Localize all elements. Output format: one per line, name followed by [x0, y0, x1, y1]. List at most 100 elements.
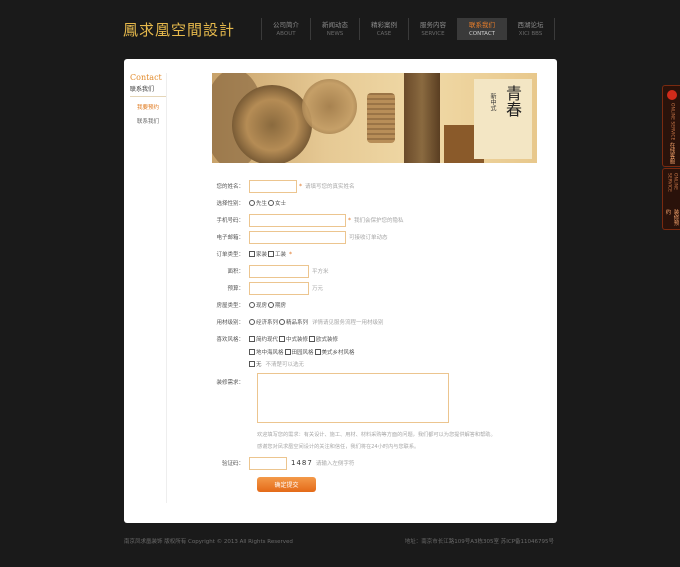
option-label: 精品系列 [286, 320, 309, 326]
banner-image: 青春 新中式 [212, 73, 537, 163]
nav-service[interactable]: 服务内容 SERVICE [408, 18, 457, 40]
needs-textarea[interactable] [257, 373, 449, 423]
checkbox-icon[interactable] [249, 251, 255, 257]
radio-icon[interactable] [279, 319, 286, 325]
name-label: 您的姓名： [216, 184, 244, 190]
nav-label: 西湖论坛 [517, 20, 544, 29]
sidebar-title: Contact [130, 73, 162, 82]
submit-button[interactable]: 确定提交 [257, 477, 316, 492]
nav-sublabel: SERVICE [421, 30, 445, 37]
checkbox-icon[interactable] [268, 251, 275, 257]
form-row-name: 您的姓名： * 请填写您的真实姓名 [124, 179, 355, 193]
option-label: 无 [256, 362, 262, 368]
captcha-label: 验证码： [221, 461, 244, 467]
form-note-1: 欢迎填写您的需求：有关设计、施工、用材、材料采购等方面的问题，我们都可以为您提供… [257, 432, 496, 438]
option-label: 经济系列 [256, 320, 279, 326]
form-row-order-type: 订单类型： 家装 工装 * [124, 247, 292, 261]
option-label: 欧式装修 [316, 337, 339, 343]
order-type-commercial[interactable]: 工装 [268, 250, 286, 258]
nav-sublabel: XICI BBS [518, 30, 543, 37]
style-option[interactable]: 地中海风格 [249, 348, 284, 356]
sidebar-item-contact[interactable]: 联系我们 [130, 117, 166, 125]
sidebar-item-booking[interactable]: 我要预约 [130, 103, 166, 111]
checkbox-icon[interactable] [249, 361, 255, 367]
house-type-label: 房屋类型： [216, 303, 244, 309]
form-row-phone: 手机号码： * 我们会保护您的隐私 [124, 213, 404, 227]
house-type-future[interactable]: 期房 [268, 301, 286, 309]
form-row-house-type: 房屋类型： 现房 期房 [124, 298, 287, 312]
footer-address: 地址：南京市长江路109号A3栋305室 苏ICP备11046795号 [404, 539, 554, 545]
gender-option-male[interactable]: 先生 [249, 199, 267, 207]
style-hint: 不清楚可以选无 [265, 362, 305, 368]
float-tab-zh: 在线客服 [668, 142, 675, 165]
house-type-ready[interactable]: 现房 [249, 301, 267, 309]
radio-icon[interactable] [249, 302, 255, 308]
radio-icon[interactable] [249, 200, 255, 206]
phone-input[interactable] [249, 213, 346, 227]
budget-input[interactable] [249, 281, 309, 295]
captcha-code[interactable]: 1487 [291, 459, 313, 467]
checkbox-icon[interactable] [249, 336, 255, 342]
radio-icon[interactable] [268, 302, 275, 308]
option-label: 先生 [256, 201, 268, 207]
straw-hat-shape [302, 79, 357, 134]
sidebar: Contact 联系我们 我要预约 联系我们 [130, 73, 166, 125]
calligraphy-text: 青春 [503, 85, 522, 117]
name-input[interactable] [249, 179, 297, 193]
email-input[interactable] [249, 230, 346, 244]
nav-label: 精彩案例 [371, 20, 397, 29]
material-economy[interactable]: 经济系列 [249, 318, 278, 326]
form-row-area: 面积： 平方米 [124, 264, 329, 278]
captcha-input[interactable] [249, 456, 287, 470]
radio-icon[interactable] [268, 200, 275, 206]
style-option[interactable]: 中式装修 [279, 335, 308, 343]
content-panel: Contact 联系我们 我要预约 联系我们 青春 新中式 您的姓名： * 请填… [124, 59, 557, 523]
form-row-style: 喜欢风格： 简约现代 中式装修 欧式装修 [124, 332, 339, 346]
nav-about[interactable]: 公司简介 ABOUT [261, 18, 310, 40]
option-label: 女士 [275, 201, 287, 207]
float-booking[interactable]: ONLINE SERVICE 装修预约 [662, 168, 680, 230]
name-hint: 请填写您的真实姓名 [305, 184, 355, 190]
checkbox-icon[interactable] [314, 349, 321, 355]
calligraphy-small: 新中式 [489, 93, 496, 111]
checkbox-icon[interactable] [284, 349, 291, 355]
gender-option-female[interactable]: 女士 [268, 199, 286, 207]
order-type-home[interactable]: 家装 [249, 250, 267, 258]
radio-icon[interactable] [249, 319, 255, 325]
option-label: 现房 [256, 303, 268, 309]
material-premium[interactable]: 精品系列 [279, 318, 308, 326]
budget-label: 预算： [227, 286, 244, 292]
form-row-style-3: 无 不清楚可以选无 [124, 357, 304, 371]
checkbox-icon[interactable] [279, 336, 286, 342]
form-row-needs: 装修需求： [124, 375, 249, 389]
option-label: 田园风格 [291, 350, 314, 356]
nav-bbs[interactable]: 西湖论坛 XICI BBS [506, 18, 555, 40]
option-label: 地中海风格 [256, 350, 284, 356]
style-option-none[interactable]: 无 [249, 360, 262, 368]
style-label: 喜欢风格： [216, 337, 244, 343]
checkbox-icon[interactable] [309, 336, 316, 342]
site-logo[interactable]: 鳳求凰空間設計 [123, 19, 235, 40]
area-label: 面积： [227, 269, 244, 275]
qq-icon [666, 90, 677, 100]
nav-news[interactable]: 新闻动态 NEWS [310, 18, 359, 40]
wood-post-shape [404, 73, 440, 163]
area-input[interactable] [249, 264, 309, 278]
area-unit: 平方米 [312, 269, 329, 275]
nav-label: 服务内容 [420, 20, 446, 29]
nav-case[interactable]: 精彩案例 CASE [359, 18, 408, 40]
nav-sublabel: CONTACT [468, 30, 496, 37]
gender-label: 选择性别： [216, 201, 244, 207]
nav-contact[interactable]: 联系我们 CONTACT [457, 18, 506, 40]
style-option[interactable]: 欧式装修 [309, 335, 338, 343]
material-note: 详情请见服务流程一用材级别 [312, 320, 384, 326]
needs-label: 装修需求： [216, 380, 244, 386]
style-option[interactable]: 田园风格 [284, 348, 314, 356]
checkbox-icon[interactable] [249, 349, 255, 355]
straw-hat-shape [232, 85, 312, 163]
style-option[interactable]: 美式乡村风格 [314, 348, 355, 356]
basket-shape [367, 93, 395, 143]
email-label: 电子邮箱： [216, 235, 244, 241]
style-option[interactable]: 简约现代 [249, 335, 278, 343]
float-online-service[interactable]: ONLINE SERVICE 在线客服 [662, 85, 680, 167]
